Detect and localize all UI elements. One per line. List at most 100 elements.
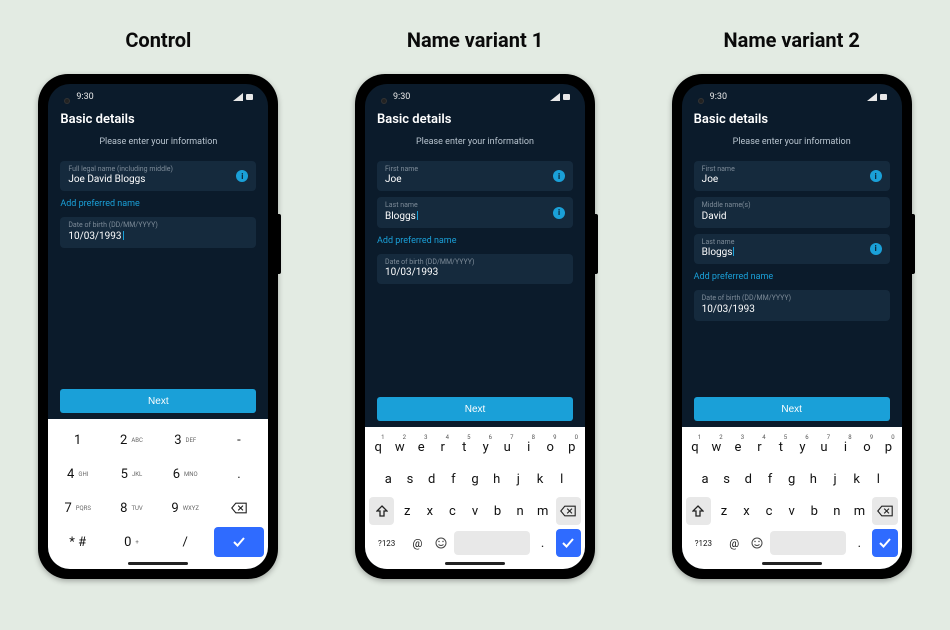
- key-l[interactable]: l: [869, 465, 888, 493]
- key-o[interactable]: o9: [541, 433, 560, 461]
- key-c[interactable]: c: [443, 497, 463, 525]
- key-3[interactable]: 3DEF: [160, 425, 211, 455]
- key-8[interactable]: 8TUV: [106, 493, 157, 523]
- key-r[interactable]: r4: [750, 433, 769, 461]
- info-icon[interactable]: i: [870, 170, 882, 182]
- key-7[interactable]: 7PQRS: [52, 493, 103, 523]
- next-button[interactable]: Next: [694, 397, 890, 421]
- key-l[interactable]: l: [552, 465, 571, 493]
- key-f[interactable]: f: [444, 465, 463, 493]
- key-h[interactable]: h: [804, 465, 823, 493]
- dob-field[interactable]: Date of birth (DD/MM/YYYY) 10/03/1993: [694, 290, 890, 320]
- key-6[interactable]: 6MNO: [160, 459, 211, 489]
- key-w[interactable]: w2: [707, 433, 726, 461]
- key-j[interactable]: j: [509, 465, 528, 493]
- full-name-field[interactable]: Full legal name (including middle) Joe D…: [60, 161, 256, 191]
- key-u[interactable]: u7: [498, 433, 517, 461]
- key-e[interactable]: e3: [729, 433, 748, 461]
- qwerty-keyboard[interactable]: q1w2e3r4t5y6u7i8o9p0asdfghjklzxcvbnm?123…: [365, 427, 585, 569]
- key-r[interactable]: r4: [434, 433, 453, 461]
- key-done[interactable]: [872, 529, 897, 557]
- key-/[interactable]: /: [160, 527, 211, 557]
- key-emoji[interactable]: [747, 529, 767, 557]
- key-u[interactable]: u7: [815, 433, 834, 461]
- key-w[interactable]: w2: [391, 433, 410, 461]
- key-g[interactable]: g: [466, 465, 485, 493]
- add-preferred-link[interactable]: Add preferred name: [60, 197, 256, 217]
- key-t[interactable]: t5: [772, 433, 791, 461]
- key-backspace[interactable]: [872, 497, 897, 525]
- key-n[interactable]: n: [827, 497, 847, 525]
- key-at[interactable]: @: [407, 529, 427, 557]
- key-space[interactable]: [454, 531, 530, 555]
- next-button[interactable]: Next: [60, 389, 256, 413]
- key-4[interactable]: 4GHI: [52, 459, 103, 489]
- key-a[interactable]: a: [696, 465, 715, 493]
- key-j[interactable]: j: [826, 465, 845, 493]
- dob-field[interactable]: Date of birth (DD/MM/YYYY) 10/03/1993: [60, 217, 256, 247]
- key-f[interactable]: f: [761, 465, 780, 493]
- key-y[interactable]: y6: [793, 433, 812, 461]
- key-backspace[interactable]: [556, 497, 581, 525]
- key-g[interactable]: g: [782, 465, 801, 493]
- info-icon[interactable]: i: [236, 170, 248, 182]
- key-x[interactable]: x: [420, 497, 440, 525]
- key-.[interactable]: .: [214, 459, 265, 489]
- key-shift[interactable]: [369, 497, 394, 525]
- key-y[interactable]: y6: [477, 433, 496, 461]
- key-i[interactable]: i8: [836, 433, 855, 461]
- middle-name-field[interactable]: Middle name(s) David: [694, 197, 890, 227]
- key-0[interactable]: 0+: [106, 527, 157, 557]
- key-done[interactable]: [214, 527, 265, 557]
- key-d[interactable]: d: [739, 465, 758, 493]
- key-v[interactable]: v: [782, 497, 802, 525]
- key-a[interactable]: a: [379, 465, 398, 493]
- key-s[interactable]: s: [717, 465, 736, 493]
- last-name-field[interactable]: Last name Bloggs i: [377, 197, 573, 227]
- key-q[interactable]: q1: [686, 433, 705, 461]
- key-m[interactable]: m: [533, 497, 553, 525]
- key-z[interactable]: z: [397, 497, 417, 525]
- key-5[interactable]: 5JKL: [106, 459, 157, 489]
- key-s[interactable]: s: [401, 465, 420, 493]
- key-shift[interactable]: [686, 497, 711, 525]
- key-z[interactable]: z: [714, 497, 734, 525]
- key-b[interactable]: b: [488, 497, 508, 525]
- key-b[interactable]: b: [804, 497, 824, 525]
- add-preferred-link[interactable]: Add preferred name: [694, 270, 890, 290]
- key-symnum[interactable]: ?123: [369, 529, 404, 557]
- add-preferred-link[interactable]: Add preferred name: [377, 234, 573, 254]
- info-icon[interactable]: i: [553, 170, 565, 182]
- qwerty-keyboard[interactable]: q1w2e3r4t5y6u7i8o9p0asdfghjklzxcvbnm?123…: [682, 427, 902, 569]
- key-o[interactable]: o9: [858, 433, 877, 461]
- key-i[interactable]: i8: [520, 433, 539, 461]
- key-t[interactable]: t5: [455, 433, 474, 461]
- last-name-field[interactable]: Last name Bloggs i: [694, 234, 890, 264]
- key-k[interactable]: k: [531, 465, 550, 493]
- key-c[interactable]: c: [759, 497, 779, 525]
- key-v[interactable]: v: [465, 497, 485, 525]
- first-name-field[interactable]: First name Joe i: [377, 161, 573, 191]
- key--[interactable]: -: [214, 425, 265, 455]
- key-emoji[interactable]: [431, 529, 451, 557]
- key-2[interactable]: 2ABC: [106, 425, 157, 455]
- key-q[interactable]: q1: [369, 433, 388, 461]
- key-k[interactable]: k: [847, 465, 866, 493]
- first-name-field[interactable]: First name Joe i: [694, 161, 890, 191]
- key-d[interactable]: d: [422, 465, 441, 493]
- next-button[interactable]: Next: [377, 397, 573, 421]
- key-1[interactable]: 1: [52, 425, 103, 455]
- key-period[interactable]: .: [533, 529, 553, 557]
- key-e[interactable]: e3: [412, 433, 431, 461]
- key-period[interactable]: .: [849, 529, 869, 557]
- key-x[interactable]: x: [737, 497, 757, 525]
- key-p[interactable]: p0: [563, 433, 582, 461]
- dob-field[interactable]: Date of birth (DD/MM/YYYY) 10/03/1993: [377, 254, 573, 284]
- info-icon[interactable]: i: [870, 243, 882, 255]
- key-p[interactable]: p0: [879, 433, 898, 461]
- key-space[interactable]: [770, 531, 846, 555]
- key-m[interactable]: m: [850, 497, 870, 525]
- info-icon[interactable]: i: [553, 207, 565, 219]
- key-9[interactable]: 9WXYZ: [160, 493, 211, 523]
- key-backspace[interactable]: [214, 493, 265, 523]
